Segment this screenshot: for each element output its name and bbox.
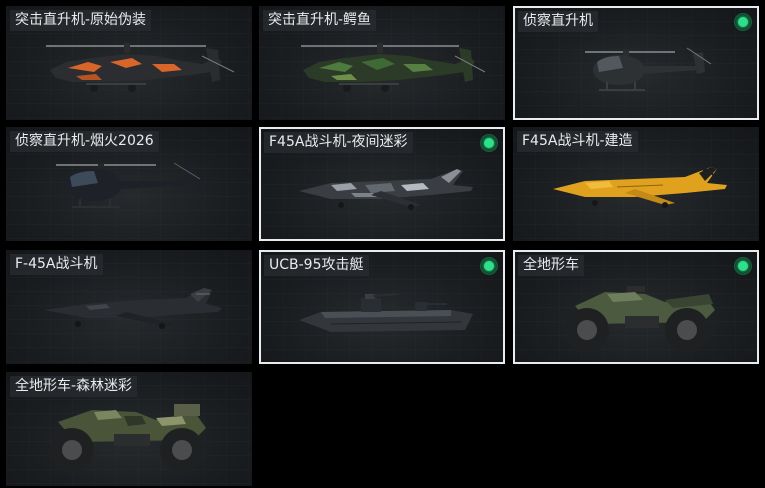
vehicle-name: UCB-95攻击艇 <box>264 255 369 276</box>
owned-indicator-icon <box>735 14 751 30</box>
vehicle-name: F45A战斗机-夜间迷彩 <box>264 132 413 153</box>
owned-indicator-icon <box>735 258 751 274</box>
vehicle-card-f45a-fighter[interactable]: F-45A战斗机 <box>6 250 252 364</box>
vehicle-name: 突击直升机-鳄鱼 <box>263 10 377 31</box>
vehicle-card-f45a-night-camo[interactable]: F45A战斗机-夜间迷彩 <box>259 127 505 241</box>
vehicle-grid: 突击直升机-原始伪装 突击直升机-鳄鱼 侦察直升机 侦察直升机-烟火2026 F… <box>0 0 765 488</box>
vehicle-name: 侦察直升机 <box>518 11 598 32</box>
vehicle-card-atv-forest-camo[interactable]: 全地形车-森林迷彩 <box>6 372 252 486</box>
owned-indicator-icon <box>481 258 497 274</box>
vehicle-card-attack-helicopter-original[interactable]: 突击直升机-原始伪装 <box>6 6 252 120</box>
vehicle-name: 全地形车-森林迷彩 <box>10 376 138 397</box>
vehicle-card-attack-helicopter-crocodile[interactable]: 突击直升机-鳄鱼 <box>259 6 505 120</box>
vehicle-name: F45A战斗机-建造 <box>517 131 638 152</box>
vehicle-name: 侦察直升机-烟火2026 <box>10 131 159 152</box>
vehicle-name: 全地形车 <box>518 255 584 276</box>
vehicle-name: F-45A战斗机 <box>10 254 103 275</box>
vehicle-card-scout-helicopter-fireworks[interactable]: 侦察直升机-烟火2026 <box>6 127 252 241</box>
owned-indicator-icon <box>481 135 497 151</box>
vehicle-name: 突击直升机-原始伪装 <box>10 10 152 31</box>
vehicle-card-atv[interactable]: 全地形车 <box>513 250 759 364</box>
vehicle-card-f45a-construction[interactable]: F45A战斗机-建造 <box>513 127 759 241</box>
vehicle-card-ucb95-attack-boat[interactable]: UCB-95攻击艇 <box>259 250 505 364</box>
vehicle-card-scout-helicopter[interactable]: 侦察直升机 <box>513 6 759 120</box>
